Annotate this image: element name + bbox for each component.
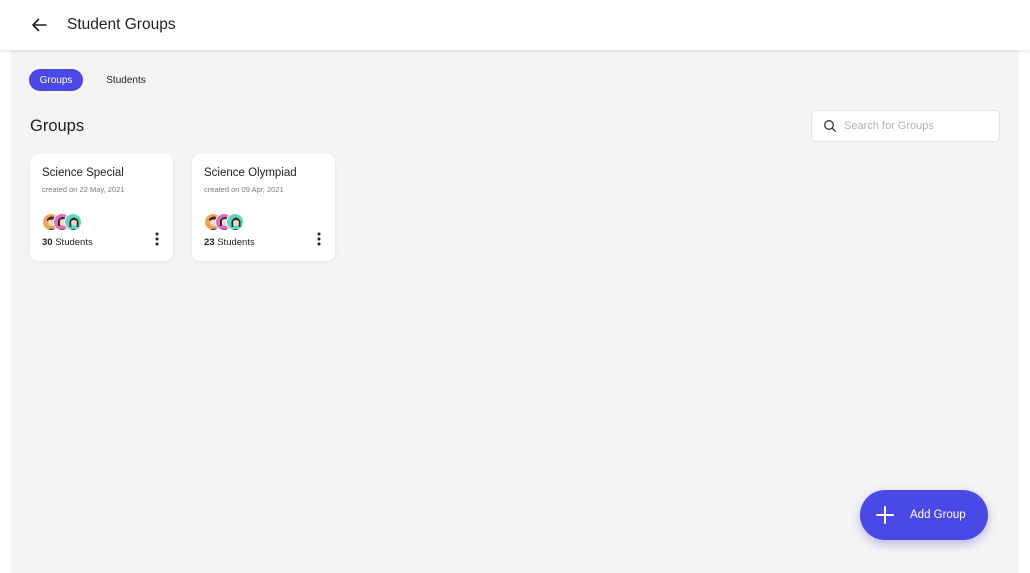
more-options-button[interactable]	[314, 230, 324, 248]
more-vertical-icon	[155, 232, 159, 246]
search-box[interactable]	[811, 110, 1000, 142]
add-group-label: Add Group	[910, 509, 966, 521]
student-count-label: Students	[214, 237, 255, 248]
avatar-stack	[42, 213, 92, 233]
main-content: Groups Students Groups Science Special c…	[11, 50, 1019, 573]
tab-students[interactable]: Students	[97, 69, 155, 91]
plus-icon	[876, 506, 894, 524]
search-icon	[823, 119, 837, 133]
more-options-button[interactable]	[152, 230, 162, 248]
arrow-left-icon	[32, 18, 47, 32]
search-input[interactable]	[844, 120, 994, 132]
group-card[interactable]: Science Special created on 22 May, 2021 …	[30, 154, 173, 261]
back-button[interactable]	[28, 14, 50, 36]
avatar	[226, 213, 244, 231]
tab-groups[interactable]: Groups	[29, 69, 83, 91]
student-count-label: Students	[52, 237, 93, 248]
top-app-bar: Student Groups	[0, 0, 1030, 50]
student-count-number: 23	[204, 237, 215, 248]
group-name: Science Special	[42, 167, 124, 179]
add-group-button[interactable]: Add Group	[860, 490, 988, 540]
avatar-stack	[204, 213, 254, 233]
more-vertical-icon	[317, 232, 321, 246]
student-count: 23 Students	[204, 237, 255, 248]
group-created-date: created on 09 Apr, 2021	[204, 185, 284, 194]
section-title: Groups	[30, 117, 85, 135]
group-name: Science Olympiad	[204, 167, 297, 179]
student-count-number: 30	[42, 237, 53, 248]
group-created-date: created on 22 May, 2021	[42, 185, 125, 194]
page-title: Student Groups	[67, 16, 176, 33]
avatar	[64, 213, 82, 231]
student-count: 30 Students	[42, 237, 93, 248]
group-card[interactable]: Science Olympiad created on 09 Apr, 2021…	[192, 154, 335, 261]
